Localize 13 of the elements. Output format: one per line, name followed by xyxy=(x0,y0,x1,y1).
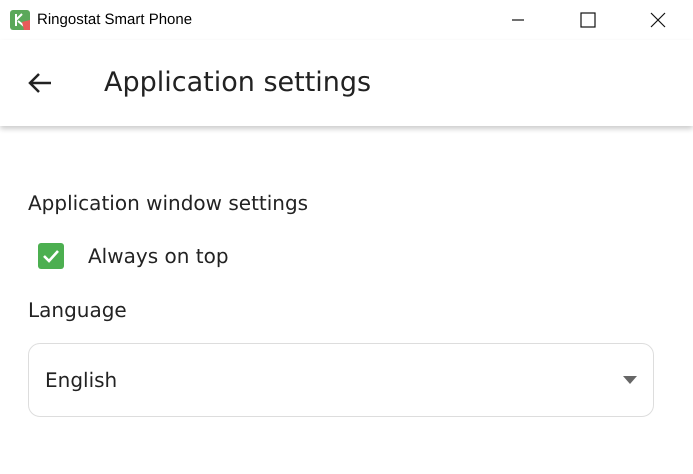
checkbox-label: Always on top xyxy=(88,243,229,270)
check-icon xyxy=(42,249,60,263)
maximize-icon xyxy=(580,12,596,28)
section-title: Application window settings xyxy=(28,190,310,217)
window-title: Ringostat Smart Phone xyxy=(37,10,192,30)
language-dropdown[interactable]: English xyxy=(28,343,654,417)
page-title: Application settings xyxy=(104,66,372,100)
field-label: Language xyxy=(28,297,128,324)
checkbox[interactable] xyxy=(38,243,64,269)
app-logo-icon xyxy=(10,10,30,30)
caret-icon xyxy=(623,376,637,384)
back-arrow-icon xyxy=(27,72,53,94)
close-icon xyxy=(650,12,666,28)
